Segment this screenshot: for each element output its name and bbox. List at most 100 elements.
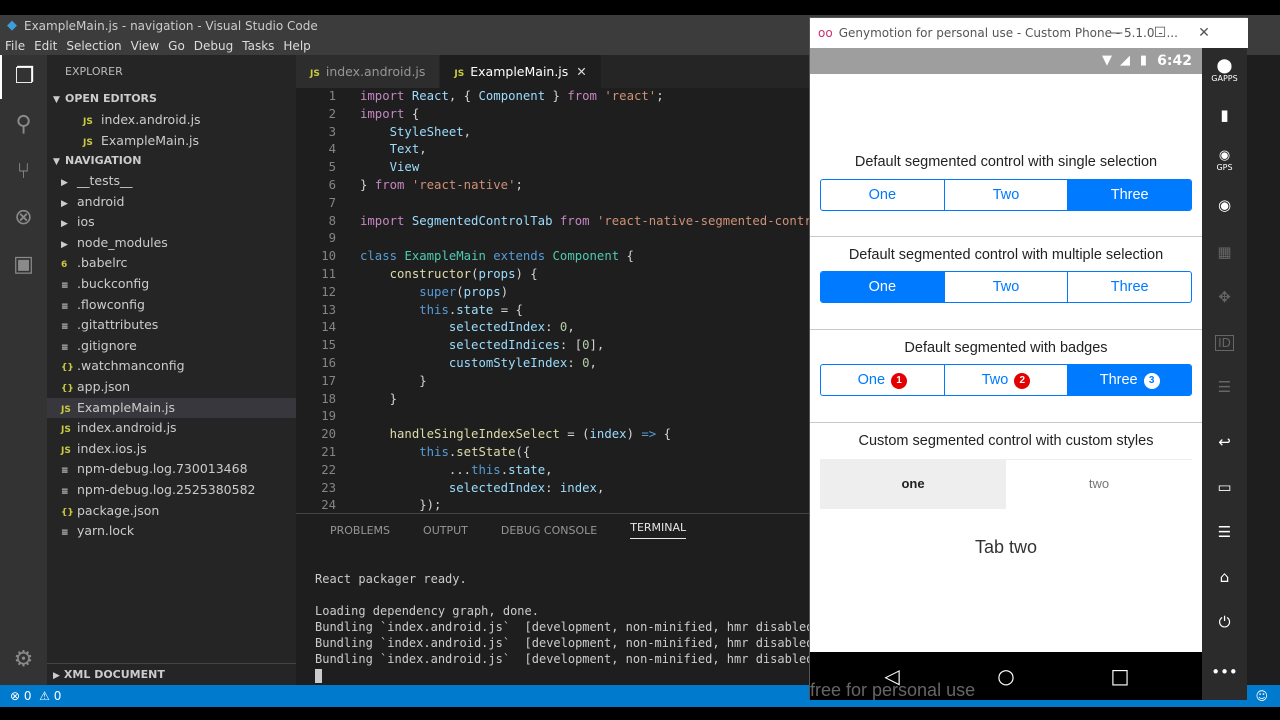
menu-view[interactable]: View [131,39,159,53]
home-icon[interactable]: ⌂ [1202,568,1247,586]
recents-nav-icon[interactable]: □ [1090,652,1150,700]
chevron-right-icon: ▶ [61,219,68,230]
error-icon[interactable]: ⊗ [10,689,20,703]
rss-icon[interactable]: ☰ [1202,378,1247,396]
panel-tabs: PROBLEMS OUTPUT DEBUG CONSOLE TERMINAL [296,514,809,546]
tab-debug-console[interactable]: DEBUG CONSOLE [501,524,597,537]
file-tree-item[interactable]: {} app.json [47,377,296,398]
gapps-button[interactable]: ⬤ GAPPS [1202,58,1247,83]
open-editors-section[interactable]: ▼ OPEN EDITORS [47,89,296,109]
json-file-icon: {} [61,383,74,394]
file-tree-item[interactable]: ≡ npm-debug.log.730013468 [47,459,296,480]
debug-icon[interactable]: ⊗ [0,196,47,240]
file-icon: ≡ [61,342,69,353]
tab-index-android[interactable]: JS index.android.js [296,55,441,88]
close-icon[interactable]: ✕ [576,64,586,79]
file-tree-item[interactable]: {} package.json [47,501,296,522]
menu-tasks[interactable]: Tasks [242,39,274,53]
tab-label: ExampleMain.js [470,64,569,79]
error-count[interactable]: 0 [24,689,32,703]
file-tree-item[interactable]: 6 .babelrc [47,253,296,274]
file-tree-item[interactable]: ≡ npm-debug.log.2525380582 [47,480,296,501]
file-tree-item[interactable]: ▶ __tests__ [47,171,296,192]
segment-two[interactable]: Two [945,272,1069,302]
battery-widget-icon[interactable]: ▮ [1202,106,1247,124]
battery-icon: ▮ [1139,53,1147,68]
menu-icon[interactable]: ☰ [1202,523,1247,541]
warning-count[interactable]: 0 [54,689,62,703]
segment-two[interactable]: Two [945,180,1069,210]
source-control-icon[interactable]: ⑂ [0,150,47,194]
menu-help[interactable]: Help [283,39,310,53]
dpad-icon[interactable]: ✥ [1202,288,1247,306]
smiley-icon[interactable]: ☺ [1255,689,1268,703]
open-editor-item[interactable]: JS ExampleMain.js [47,130,296,151]
file-tree-item[interactable]: JS ExampleMain.js [47,397,296,419]
home-nav-icon[interactable]: ○ [976,652,1036,700]
file-icon: ≡ [61,528,69,539]
file-tree-item[interactable]: ▶ node_modules [47,233,296,254]
file-tree-item[interactable]: ≡ .gitattributes [47,315,296,336]
segment-two[interactable]: Two 2 [945,365,1069,395]
segment-one[interactable]: One 1 [821,365,945,395]
back-icon[interactable]: ↩ [1202,433,1247,451]
chevron-right-icon: ▶ [61,178,68,188]
file-tree-item[interactable]: ≡ .buckconfig [47,274,296,295]
js-file-icon: JS [454,69,465,79]
segment-one[interactable]: One [821,272,945,302]
segment-three[interactable]: Three [1068,180,1191,210]
extensions-icon[interactable]: ▣ [0,243,47,287]
file-tree-item[interactable]: ≡ .flowconfig [47,295,296,316]
menu-edit[interactable]: Edit [34,39,57,53]
file-tree-item[interactable]: ≡ yarn.lock [47,521,296,542]
code-editor[interactable]: 1 import React, { Component } from 'react… [296,88,809,512]
gps-button[interactable]: ◉ GPS [1202,148,1247,172]
tab-example-main[interactable]: JS ExampleMain.js ✕ [440,55,602,88]
segment-three[interactable]: Three [1068,272,1191,302]
more-icon[interactable]: ••• [1202,663,1247,681]
recent-apps-icon[interactable]: ▭ [1202,478,1247,496]
gear-icon[interactable]: ⚙ [0,638,47,682]
file-tree-item[interactable]: ▶ ios [47,212,296,233]
chevron-right-icon: ▶ [53,671,60,681]
custom-segment-two[interactable]: two [1006,460,1192,509]
power-icon[interactable]: ⏻ [1202,613,1247,631]
custom-segment-one[interactable]: one [820,460,1006,509]
close-icon[interactable]: ✕ [1182,18,1226,48]
tab-output[interactable]: OUTPUT [423,524,468,537]
maximize-icon[interactable]: ☐ [1138,18,1182,48]
camera-icon[interactable]: ◉ [1202,196,1247,214]
project-label: NAVIGATION [65,154,142,167]
menu-go[interactable]: Go [168,39,185,53]
file-tree-item[interactable]: {} .watchmanconfig [47,356,296,377]
file-tree-item[interactable]: JS index.android.js [47,418,296,439]
warning-icon[interactable]: ⚠ [39,689,50,703]
media-icon[interactable]: ▦ [1202,243,1247,261]
tab-terminal[interactable]: TERMINAL [630,521,687,539]
file-tree-item[interactable]: JS index.ios.js [47,439,296,460]
section-title: Custom segmented control with custom sty… [858,433,1154,449]
segment-three[interactable]: Three 3 [1068,365,1191,395]
id-button[interactable]: ID [1202,333,1247,351]
segment-one[interactable]: One [821,180,945,210]
tab-problems[interactable]: PROBLEMS [330,524,390,537]
terminal-output[interactable]: React packager ready. Loading dependency… [315,571,809,683]
file-tree-item[interactable]: ▶ android [47,192,296,213]
menu-file[interactable]: File [5,39,25,53]
segmented-control-multiple: One Two Three [820,271,1192,303]
minimize-icon[interactable]: — [1094,18,1138,48]
genymotion-logo-icon: oo [818,26,833,40]
json-file-icon: {} [61,363,74,374]
open-editor-item[interactable]: JS index.android.js [47,109,296,130]
file-tree-label: ExampleMain.js [77,399,176,415]
explorer-icon[interactable]: ❐ [0,55,47,99]
file-tree-label: __tests__ [77,173,133,188]
search-icon[interactable]: ⚲ [0,103,47,147]
xml-document-section[interactable]: ▶ XML DOCUMENT [47,663,296,685]
genymotion-sidebar: ⬤ GAPPS ▮ ◉ GPS ◉ ▦ ✥ ID ☰ ↩ ▭ ☰ ⌂ ⏻ ••• [1202,48,1247,700]
menu-debug[interactable]: Debug [194,39,233,53]
project-section[interactable]: ▼ NAVIGATION [47,151,296,171]
menu-selection[interactable]: Selection [66,39,121,53]
file-tree-item[interactable]: ≡ .gitignore [47,336,296,357]
chevron-right-icon: ▶ [61,239,68,250]
